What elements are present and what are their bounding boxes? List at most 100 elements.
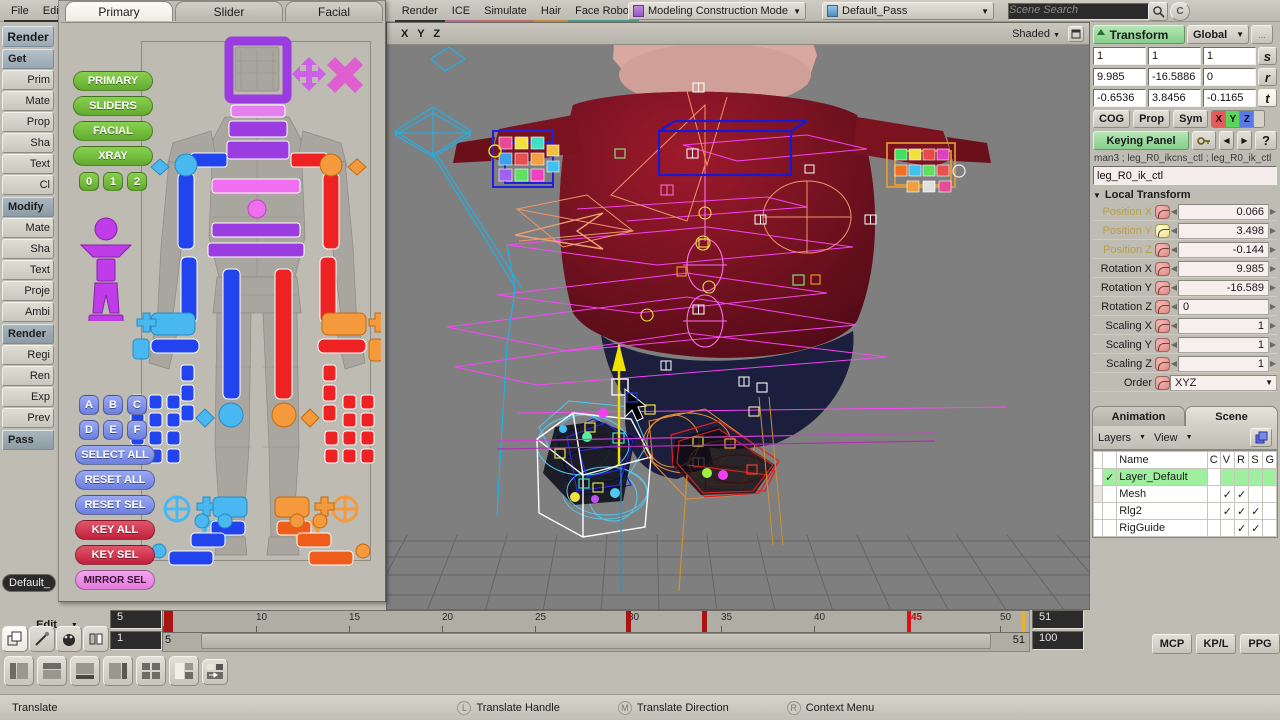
animation-icon[interactable] [1155, 300, 1170, 314]
panel-group-render[interactable]: Render [2, 324, 54, 344]
menu-simulate[interactable]: Simulate [477, 0, 534, 22]
local-transform-header[interactable]: ▼ Local Transform [1093, 189, 1277, 201]
increment-icon[interactable]: ▶ [1269, 226, 1277, 235]
menu-file[interactable]: File [4, 0, 36, 22]
panel-item-material[interactable]: Mate [2, 91, 54, 111]
animation-icon[interactable] [1155, 376, 1170, 390]
animation-icon[interactable] [1155, 262, 1170, 276]
picker-facial-button[interactable]: FACIAL [73, 121, 153, 141]
param-value[interactable]: -16.589 [1178, 280, 1269, 296]
cell-v[interactable]: ✓ [1220, 486, 1234, 503]
timeline-range-slider[interactable]: 5 51 [162, 632, 1030, 652]
decrement-icon[interactable]: ◀ [1170, 283, 1178, 292]
increment-icon[interactable]: ▶ [1269, 264, 1277, 273]
layout-top-icon[interactable] [37, 656, 67, 686]
cell-s[interactable]: ✓ [1249, 520, 1263, 537]
panel-item-region[interactable]: Regi [2, 345, 54, 365]
c-circle-icon[interactable]: C [1170, 2, 1190, 21]
ppg-button[interactable]: PPG [1240, 634, 1280, 654]
next-key-icon[interactable]: ▶ [1237, 131, 1252, 150]
transform-options-button[interactable]: ... [1251, 25, 1273, 44]
panel-item-modify-projection[interactable]: Proje [2, 281, 54, 301]
tab-scene[interactable]: Scene [1185, 406, 1278, 426]
param-value[interactable]: 0 [1178, 299, 1269, 315]
cell-r[interactable]: ✓ [1235, 486, 1249, 503]
maximize-icon[interactable] [1068, 26, 1084, 42]
pass-dropdown[interactable]: Default_Pass ▼ [822, 2, 994, 20]
scale-y-field[interactable]: 1 [1148, 47, 1201, 65]
cell-v[interactable] [1220, 520, 1234, 537]
scale-x-field[interactable]: 1 [1093, 47, 1146, 65]
decrement-icon[interactable]: ◀ [1170, 207, 1178, 216]
tab-facial[interactable]: Facial [285, 1, 383, 21]
tab-primary[interactable]: Primary [65, 1, 173, 21]
animation-icon[interactable] [1155, 357, 1170, 371]
picker-letter-d[interactable]: D [79, 420, 99, 440]
increment-icon[interactable]: ▶ [1269, 321, 1277, 330]
object-name-field[interactable]: leg_R0_ik_ctl [1093, 166, 1277, 185]
reset-sel-button[interactable]: RESET SEL [75, 495, 155, 515]
3d-viewport[interactable]: X Y Z Shaded ▼ [386, 22, 1090, 610]
cell-c[interactable] [1207, 520, 1220, 537]
panel-item-shader[interactable]: Sha [2, 133, 54, 153]
animation-icon[interactable] [1155, 338, 1170, 352]
default-pass-pill[interactable]: Default_ [2, 574, 56, 592]
panel-item-modify-shader[interactable]: Sha [2, 239, 54, 259]
viewport-scene[interactable] [387, 45, 1089, 609]
paint-icon[interactable] [56, 626, 82, 652]
panel-group-pass[interactable]: Pass [2, 430, 54, 450]
rotate-z-field[interactable]: 0 [1203, 68, 1256, 86]
panel-item-texture[interactable]: Text [2, 154, 54, 174]
xyz-axis-toggle[interactable]: X Y Z [1211, 110, 1265, 128]
timeline-total-field[interactable]: 100 [1032, 631, 1084, 650]
tab-animation[interactable]: Animation [1092, 406, 1185, 426]
panel-item-export[interactable]: Exp [2, 387, 54, 407]
timeline-start-field[interactable]: 5 [110, 610, 162, 629]
param-value[interactable]: 1 [1178, 318, 1269, 334]
cell-s[interactable] [1249, 486, 1263, 503]
axis-z-toggle[interactable]: Z [1240, 111, 1254, 127]
select-object-icon[interactable] [2, 626, 28, 652]
translate-x-field[interactable]: -0.6536 [1093, 89, 1146, 107]
panel-item-render[interactable]: Ren [2, 366, 54, 386]
decrement-icon[interactable]: ◀ [1170, 321, 1178, 330]
cell-r[interactable]: ✓ [1235, 503, 1249, 520]
keying-panel-button[interactable]: Keying Panel [1093, 131, 1189, 150]
increment-icon[interactable]: ▶ [1269, 302, 1277, 311]
param-value[interactable]: 9.985 [1178, 261, 1269, 277]
param-value[interactable]: -0.144 [1178, 242, 1269, 258]
mirror-sel-button[interactable]: MIRROR SEL [75, 570, 155, 590]
rotation-order-dropdown[interactable]: XYZ ▼ [1170, 375, 1277, 391]
layout-right-icon[interactable] [103, 656, 133, 686]
key-icon[interactable] [1192, 131, 1216, 150]
axis-x-toggle[interactable]: X [1212, 111, 1226, 127]
scale-tool-button[interactable]: s [1258, 47, 1277, 65]
animation-icon[interactable] [1155, 205, 1170, 219]
menu-ice[interactable]: ICE [445, 0, 477, 22]
layout-quad-icon[interactable] [136, 656, 166, 686]
panel-icons[interactable] [291, 55, 371, 103]
viewport-shading-dropdown[interactable]: Shaded ▼ [1012, 28, 1060, 40]
question-mark-icon[interactable]: ? [1255, 131, 1277, 150]
mcp-button[interactable]: MCP [1152, 634, 1192, 654]
cog-button[interactable]: COG [1093, 110, 1130, 128]
picker-letter-e[interactable]: E [103, 420, 123, 440]
sym-button[interactable]: Sym [1173, 110, 1208, 128]
panel-item-preview[interactable]: Prev [2, 408, 54, 428]
decrement-icon[interactable]: ◀ [1170, 340, 1178, 349]
animation-icon[interactable] [1155, 243, 1170, 257]
picker-index-0[interactable]: 0 [79, 172, 99, 191]
param-value[interactable]: 3.498 [1178, 223, 1269, 239]
transform-button[interactable]: Transform [1093, 25, 1185, 44]
increment-icon[interactable]: ▶ [1269, 283, 1277, 292]
cell-c[interactable] [1207, 486, 1220, 503]
increment-icon[interactable]: ▶ [1269, 207, 1277, 216]
panel-item-modify-ambience[interactable]: Ambi [2, 302, 54, 322]
layer-select-check[interactable]: ✓ [1103, 469, 1117, 486]
decrement-icon[interactable]: ◀ [1170, 245, 1178, 254]
table-row[interactable]: RigGuide ✓ ✓ [1094, 520, 1277, 537]
timeline-end-field[interactable]: 51 [1032, 610, 1084, 629]
translate-y-field[interactable]: 3.8456 [1148, 89, 1201, 107]
cell-r[interactable] [1235, 469, 1249, 486]
picker-index-1[interactable]: 1 [103, 172, 123, 191]
